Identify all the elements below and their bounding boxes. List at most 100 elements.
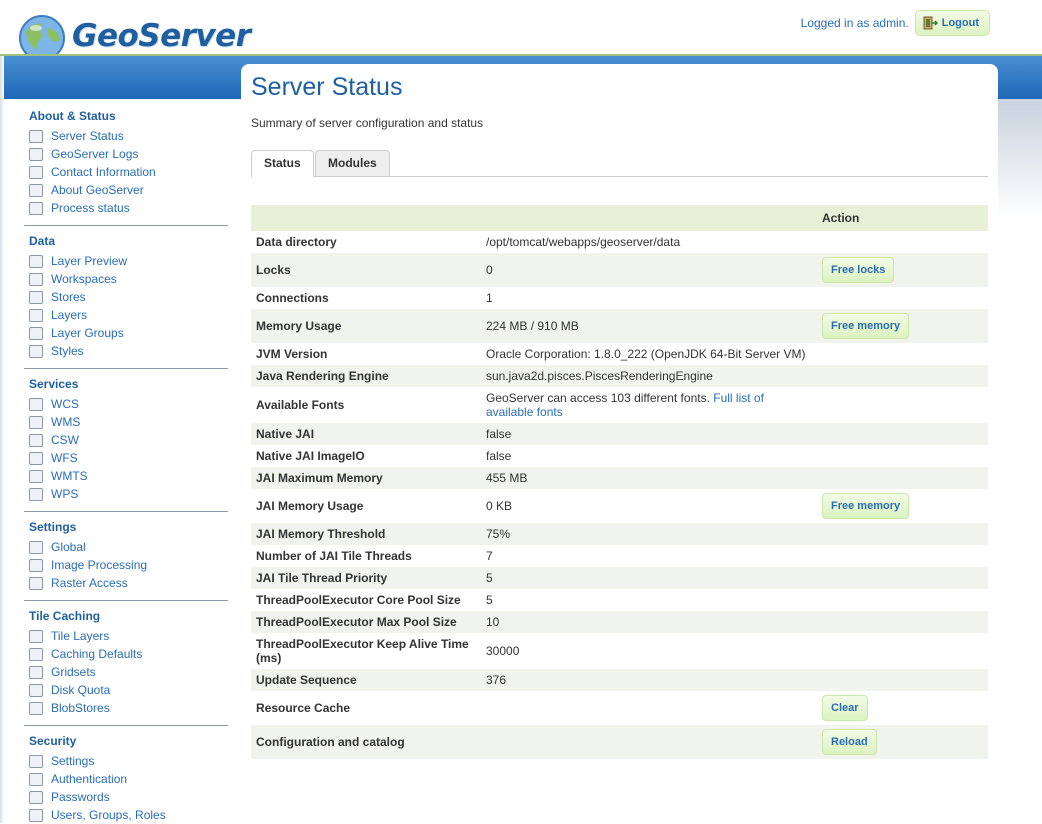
page-title: Server Status	[251, 73, 403, 101]
content-panel: Server Status Summary of server configur…	[241, 64, 998, 823]
table-row: Configuration and catalog Reload	[251, 725, 988, 759]
tab-status[interactable]: Status	[251, 150, 314, 177]
sidebar-item[interactable]: About GeoServer	[24, 181, 228, 199]
sidebar-item-label: Settings	[51, 754, 95, 768]
sidebar-item[interactable]: Stores	[24, 288, 228, 306]
row-name: ThreadPoolExecutor Core Pool Size	[251, 589, 481, 611]
sidebar-item[interactable]: BlobStores	[24, 699, 228, 717]
row-value-cell: 30000	[481, 633, 817, 669]
sidebar-item[interactable]: GeoServer Logs	[24, 145, 228, 163]
folder-icon	[29, 272, 43, 286]
sidebar-section-title: About & Status	[29, 109, 116, 123]
row-action-cell	[817, 231, 988, 253]
sidebar-item[interactable]: Settings	[24, 752, 228, 770]
sidebar-item-label: About GeoServer	[51, 183, 144, 197]
sidebar-item-label: Process status	[51, 201, 130, 215]
status-table-body: Data directory/opt/tomcat/webapps/geoser…	[251, 231, 988, 759]
right-shade	[998, 99, 1042, 219]
table-row: Available Fonts GeoServer can access 103 …	[251, 387, 988, 423]
sidebar-item[interactable]: Image Processing	[24, 556, 228, 574]
help-icon	[29, 183, 43, 197]
palette-icon	[29, 344, 43, 358]
tab-modules[interactable]: Modules	[315, 150, 390, 176]
layers-icon	[29, 308, 43, 322]
row-action-cell: Free memory	[817, 489, 988, 523]
row-name: Resource Cache	[251, 691, 481, 725]
table-row: ThreadPoolExecutor Keep Alive Time (ms) 3…	[251, 633, 988, 669]
action-button[interactable]: Free memory	[822, 493, 910, 519]
sidebar-item[interactable]: Process status	[24, 199, 228, 217]
row-value-cell: 7	[481, 545, 817, 567]
sidebar-item[interactable]: Styles	[24, 342, 228, 360]
sidebar-item[interactable]: WPS	[24, 485, 228, 503]
sidebar-item[interactable]: Users, Groups, Roles	[24, 806, 228, 824]
sidebar-separator	[24, 368, 228, 369]
sidebar-item[interactable]: WMTS	[24, 467, 228, 485]
sidebar-item-label: Server Status	[51, 129, 124, 143]
sidebar-item[interactable]: CSW	[24, 431, 228, 449]
database-icon	[29, 701, 43, 715]
row-value-cell: /opt/tomcat/webapps/geoserver/data	[481, 231, 817, 253]
action-button[interactable]: Reload	[822, 729, 877, 755]
row-name: JAI Maximum Memory	[251, 467, 481, 489]
row-value-cell	[481, 691, 817, 725]
table-row: JAI Tile Thread Priority 5	[251, 567, 988, 589]
sidebar-item[interactable]: WMS	[24, 413, 228, 431]
sidebar-item[interactable]: Layers	[24, 306, 228, 324]
action-button[interactable]: Free memory	[822, 313, 910, 339]
row-name: Data directory	[251, 231, 481, 253]
table-row: ThreadPoolExecutor Core Pool Size 5	[251, 589, 988, 611]
status-table: Action Data directory/opt/tomcat/webapps…	[251, 205, 988, 759]
row-name: Locks	[251, 253, 481, 287]
sidebar-item[interactable]: Raster Access	[24, 574, 228, 592]
service-icon	[29, 451, 43, 465]
row-value-cell: sun.java2d.pisces.PiscesRenderingEngine	[481, 365, 817, 387]
sidebar-item[interactable]: WCS	[24, 395, 228, 413]
sidebar-item[interactable]: Layer Groups	[24, 324, 228, 342]
sidebar-item[interactable]: Contact Information	[24, 163, 228, 181]
row-name: Native JAI	[251, 423, 481, 445]
sidebar-item[interactable]: Workspaces	[24, 270, 228, 288]
sidebar-item-label: Layer Preview	[51, 254, 128, 268]
header-name-cell	[251, 205, 481, 231]
header-value-cell	[481, 205, 817, 231]
sidebar-separator	[24, 225, 228, 226]
sidebar-item[interactable]: WFS	[24, 449, 228, 467]
table-row: JVM Version Oracle Corporation: 1.8.0_222…	[251, 343, 988, 365]
layer-preview-icon	[29, 254, 43, 268]
sidebar-item[interactable]: Passwords	[24, 788, 228, 806]
row-name: ThreadPoolExecutor Keep Alive Time (ms)	[251, 633, 481, 669]
sidebar-item-label: Raster Access	[51, 576, 128, 590]
row-value-cell: GeoServer can access 103 different fonts…	[481, 387, 817, 423]
sidebar-item[interactable]: Server Status	[24, 127, 228, 145]
row-value: 0 KB	[486, 499, 513, 513]
sidebar-item[interactable]: Disk Quota	[24, 681, 228, 699]
row-value: GeoServer can access 103 different fonts…	[486, 391, 710, 405]
sidebar-item-label: CSW	[51, 433, 79, 447]
sidebar-item[interactable]: Authentication	[24, 770, 228, 788]
sidebar-item[interactable]: Gridsets	[24, 663, 228, 681]
row-name: Configuration and catalog	[251, 725, 481, 759]
action-button[interactable]: Free locks	[822, 257, 895, 283]
sidebar-section-title: Services	[29, 377, 79, 391]
action-button[interactable]: Clear	[822, 695, 868, 721]
sidebar-item-label: Disk Quota	[51, 683, 111, 697]
shield-icon	[29, 772, 43, 786]
grid-icon	[29, 629, 43, 643]
row-value-cell: 376	[481, 669, 817, 691]
row-action-cell	[817, 423, 988, 445]
sidebar-item-label: Styles	[51, 344, 84, 358]
header-action-cell: Action	[817, 205, 988, 231]
login-status: Logged in as admin.	[800, 16, 909, 30]
lock-icon	[29, 790, 43, 804]
sidebar-item[interactable]: Caching Defaults	[24, 645, 228, 663]
sidebar-item[interactable]: Layer Preview	[24, 252, 228, 270]
row-value: 7	[486, 549, 493, 563]
logo-text: GeoServer	[72, 18, 251, 54]
logout-button[interactable]: Logout	[914, 10, 990, 36]
row-value: false	[486, 427, 512, 441]
raster-icon	[29, 576, 43, 590]
service-icon	[29, 415, 43, 429]
sidebar-item[interactable]: Tile Layers	[24, 627, 228, 645]
sidebar-item[interactable]: Global	[24, 538, 228, 556]
